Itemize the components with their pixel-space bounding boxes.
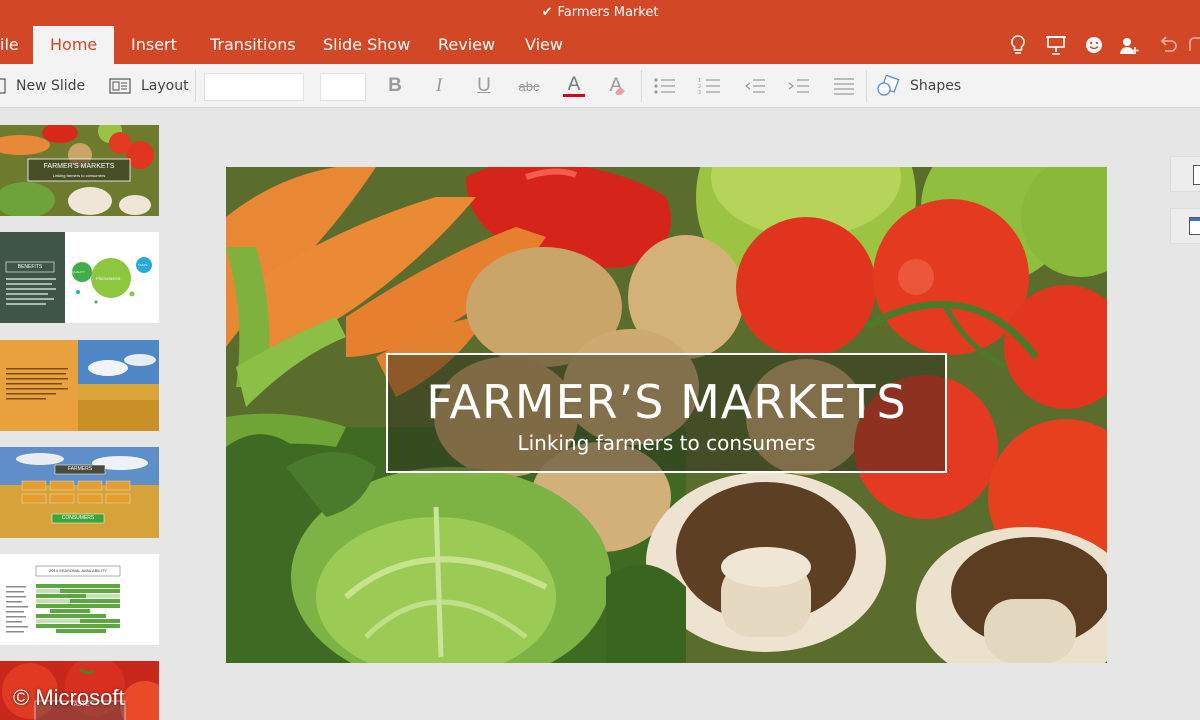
wheat-field-thumbnail-image bbox=[0, 340, 159, 431]
slide-thumbnail-pane: FARMER'S MARKETS Linking farmers to cons… bbox=[0, 108, 170, 720]
eraser-icon bbox=[615, 87, 626, 95]
numbering-icon: 123 bbox=[698, 78, 720, 96]
present-icon[interactable] bbox=[1045, 33, 1067, 57]
slide-thumbnail-1[interactable]: FARMER'S MARKETS Linking farmers to cons… bbox=[0, 125, 159, 216]
shapes-icon bbox=[877, 75, 900, 96]
tab-view[interactable]: View bbox=[525, 26, 563, 64]
tab-insert[interactable]: Insert bbox=[131, 26, 177, 64]
new-slide-button[interactable]: New Slide bbox=[0, 64, 85, 108]
ribbon-toolbar: New Slide Layout B I U abc A A 123 Shape… bbox=[0, 64, 1200, 108]
smiley-icon[interactable] bbox=[1083, 33, 1105, 57]
title-bar: ✔ Farmers Market ile Home Insert Transiti… bbox=[0, 0, 1200, 64]
thumbnail-2-title: BENEFITS bbox=[17, 264, 43, 270]
page-icon bbox=[1193, 165, 1200, 185]
new-slide-icon bbox=[0, 78, 6, 94]
share-user-icon[interactable] bbox=[1118, 33, 1140, 57]
bullets-icon bbox=[654, 78, 675, 94]
font-name-input[interactable] bbox=[204, 73, 304, 101]
benefits-thumbnail-graphic bbox=[0, 232, 159, 323]
slide-thumbnail-4[interactable]: FARMERS CONSUMERS bbox=[0, 447, 159, 538]
ribbon-separator bbox=[866, 70, 867, 102]
slide-thumbnail-3[interactable] bbox=[0, 340, 159, 431]
comments-pane-toggle[interactable] bbox=[1170, 208, 1200, 244]
svg-text:3: 3 bbox=[698, 90, 701, 96]
thumbnail-2-bubble-quality: QUALITY bbox=[72, 270, 85, 274]
font-color-letter: A bbox=[567, 73, 581, 95]
thumbnail-1-title: FARMER'S MARKETS bbox=[43, 163, 115, 170]
ribbon-separator bbox=[195, 70, 196, 102]
increase-indent-icon bbox=[788, 79, 809, 93]
underline-button[interactable]: U bbox=[469, 64, 499, 108]
undo-icon[interactable] bbox=[1157, 33, 1179, 57]
italic-button[interactable]: I bbox=[424, 64, 454, 108]
vegetables-thumbnail-image bbox=[0, 125, 159, 216]
font-size-input[interactable] bbox=[320, 73, 366, 101]
tab-home[interactable]: Home bbox=[33, 26, 115, 64]
copyright-watermark: © Microsoft bbox=[13, 685, 125, 710]
thumbnail-4-footer: CONSUMERS bbox=[61, 515, 95, 521]
slide-canvas[interactable]: FARMER’S MARKETS Linking farmers to cons… bbox=[226, 167, 1107, 663]
tab-review[interactable]: Review bbox=[438, 26, 495, 64]
clear-format-button[interactable]: A bbox=[603, 64, 633, 108]
document-title: ✔ Farmers Market bbox=[541, 5, 659, 20]
strikethrough-button[interactable]: abc bbox=[514, 64, 544, 108]
panel-icon bbox=[1189, 217, 1200, 235]
bullets-button[interactable] bbox=[653, 64, 677, 108]
tab-file[interactable]: ile bbox=[0, 26, 19, 64]
tab-slide-show[interactable]: Slide Show bbox=[323, 26, 410, 64]
shapes-button[interactable]: Shapes bbox=[876, 64, 961, 108]
decrease-indent-icon bbox=[745, 79, 765, 93]
slide-thumbnail-2[interactable]: BENEFITS QUALITY FRESHNESS TASTE bbox=[0, 232, 159, 323]
layout-icon bbox=[109, 78, 131, 94]
redo-icon[interactable] bbox=[1186, 33, 1200, 57]
thumbnail-1-subtitle: Linking farmers to consumers bbox=[52, 173, 106, 178]
slide-title[interactable]: FARMER’S MARKETS bbox=[388, 375, 945, 429]
lightbulb-icon[interactable] bbox=[1007, 33, 1029, 57]
ribbon-separator bbox=[641, 70, 642, 102]
font-color-button[interactable]: A bbox=[559, 64, 589, 108]
bold-button[interactable]: B bbox=[380, 64, 410, 108]
decrease-indent-button[interactable] bbox=[743, 64, 767, 108]
thumbnail-5-title: 2014 SEASONAL AVAILABILITY bbox=[49, 568, 107, 573]
farmers-consumers-thumbnail-graphic bbox=[0, 447, 159, 538]
thumbnail-2-bubble-taste: TASTE bbox=[138, 263, 148, 267]
font-color-swatch bbox=[563, 93, 585, 97]
increase-indent-button[interactable] bbox=[787, 64, 811, 108]
notes-pane-toggle[interactable] bbox=[1170, 156, 1200, 192]
thumbnail-2-bubble-freshness: FRESHNESS bbox=[96, 276, 121, 281]
tab-transitions[interactable]: Transitions bbox=[210, 26, 296, 64]
layout-button[interactable]: Layout bbox=[109, 64, 189, 108]
slide-thumbnail-5[interactable]: 2014 SEASONAL AVAILABILITY bbox=[0, 554, 159, 645]
align-button[interactable] bbox=[832, 64, 856, 108]
title-placeholder[interactable]: FARMER’S MARKETS Linking farmers to cons… bbox=[386, 353, 947, 473]
align-icon bbox=[834, 78, 854, 95]
slide-subtitle[interactable]: Linking farmers to consumers bbox=[388, 431, 945, 455]
saved-check-icon: ✔ bbox=[541, 5, 553, 20]
thumbnail-4-title: FARMERS bbox=[67, 466, 93, 472]
numbering-button[interactable]: 123 bbox=[698, 64, 722, 108]
